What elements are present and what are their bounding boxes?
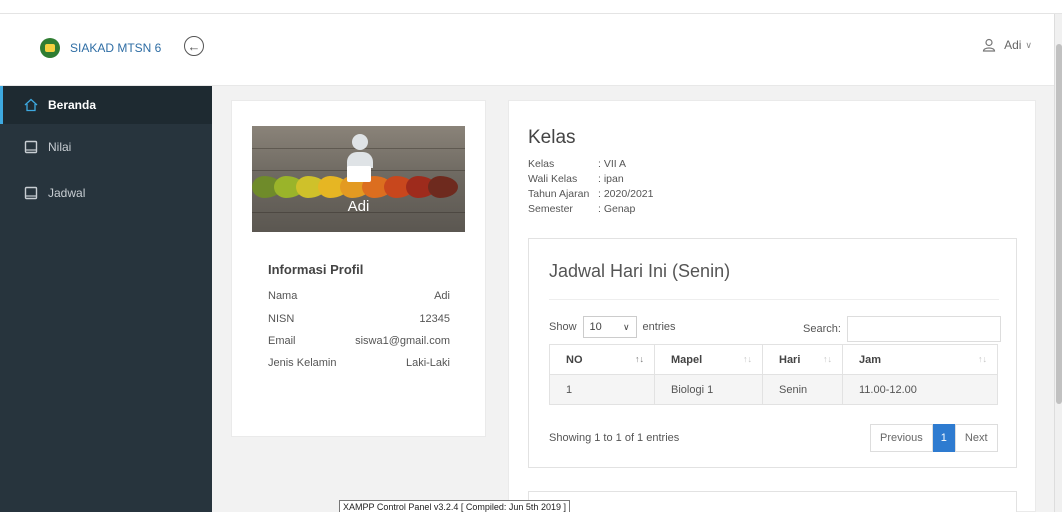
- profile-row-nisn: NISN 12345: [268, 313, 450, 325]
- profile-info-title: Informasi Profil: [268, 262, 364, 277]
- kelas-row-kelas: Kelas : VII A: [528, 158, 627, 170]
- table-cell-hari: Senin: [762, 374, 843, 405]
- profile-cover-image: Adi: [252, 126, 465, 232]
- kelas-card: Kelas Kelas : VII A Wali Kelas : ipan Ta…: [508, 100, 1036, 512]
- next-card: [528, 491, 1017, 512]
- divider: [549, 299, 999, 300]
- jadwal-card: Jadwal Hari Ini (Senin) Show 10 ∨ entrie…: [528, 238, 1017, 468]
- table-info: Showing 1 to 1 of 1 entries: [549, 432, 680, 444]
- entries-select[interactable]: 10 ∨: [582, 316, 637, 338]
- column-header-hari[interactable]: Hari ↑↓: [762, 344, 843, 375]
- user-name: Adi: [1004, 38, 1022, 52]
- browser-top-strip: [0, 0, 1062, 14]
- school-logo-icon: [40, 38, 60, 58]
- top-header: SIAKAD MTSN 6 ← Adi ∨: [0, 14, 1062, 86]
- brand-name: SIAKAD MTSN 6: [70, 41, 162, 55]
- sidebar-item-nilai[interactable]: Nilai: [0, 124, 212, 170]
- sidebar-item-beranda[interactable]: Beranda: [0, 86, 212, 124]
- sidebar-toggle-button[interactable]: ←: [184, 36, 204, 56]
- jadwal-title: Jadwal Hari Ini (Senin): [549, 261, 731, 281]
- pagination-page-1[interactable]: 1: [932, 424, 955, 452]
- laptop-icon: [347, 166, 371, 182]
- jadwal-table: NO ↑↓ Mapel ↑↓ Hari ↑↓ Jam ↑↓ 1 Biologi …: [549, 344, 998, 405]
- column-header-no[interactable]: NO ↑↓: [549, 344, 655, 375]
- sidebar-item-label: Nilai: [48, 140, 72, 154]
- entries-length-control: Show 10 ∨ entries: [549, 316, 676, 338]
- page-scrollbar[interactable]: [1054, 14, 1062, 512]
- book-icon: [24, 140, 38, 154]
- table-row: 1 Biologi 1 Senin 11.00-12.00: [549, 374, 998, 405]
- sort-icon: ↑↓: [978, 354, 987, 364]
- avatar-icon: [347, 134, 373, 168]
- pagination-previous[interactable]: Previous: [870, 424, 933, 452]
- kelas-row-wali-kelas: Wali Kelas : ipan: [528, 173, 624, 185]
- arrow-left-icon: ←: [187, 38, 201, 54]
- sidebar: Beranda Nilai Jadwal: [0, 86, 212, 512]
- profile-row-jenis-kelamin: Jenis Kelamin Laki-Laki: [268, 357, 450, 369]
- sidebar-item-label: Beranda: [48, 98, 97, 112]
- home-icon: [24, 98, 38, 112]
- table-cell-no: 1: [549, 374, 655, 405]
- sidebar-item-label: Jadwal: [48, 186, 86, 200]
- chevron-down-icon: ∨: [622, 321, 630, 332]
- profile-overlay-name: Adi: [347, 198, 370, 215]
- table-header-row: NO ↑↓ Mapel ↑↓ Hari ↑↓ Jam ↑↓: [549, 344, 998, 375]
- taskbar-tooltip: XAMPP Control Panel v3.2.4 [ Compiled: J…: [339, 500, 570, 512]
- brand[interactable]: SIAKAD MTSN 6: [40, 38, 161, 58]
- kelas-row-semester: Semester : Genap: [528, 203, 636, 215]
- sidebar-item-jadwal[interactable]: Jadwal: [0, 170, 212, 216]
- chevron-down-icon: ∨: [1025, 39, 1032, 50]
- table-cell-mapel: Biologi 1: [654, 374, 763, 405]
- pagination: Previous 1 Next: [870, 424, 998, 452]
- user-icon: [982, 38, 996, 52]
- book-icon: [24, 186, 38, 200]
- pagination-next[interactable]: Next: [954, 424, 998, 452]
- profile-card: Adi Informasi Profil Nama Adi NISN 12345…: [231, 100, 486, 437]
- search-input[interactable]: [846, 316, 1001, 342]
- user-menu[interactable]: Adi ∨: [982, 38, 1032, 52]
- table-cell-jam: 11.00-12.00: [842, 374, 998, 405]
- column-header-mapel[interactable]: Mapel ↑↓: [654, 344, 763, 375]
- profile-row-email: Email siswa1@gmail.com: [268, 335, 450, 347]
- column-header-jam[interactable]: Jam ↑↓: [842, 344, 998, 375]
- kelas-title: Kelas: [528, 127, 576, 148]
- table-search: Search:: [803, 316, 1001, 342]
- sort-icon: ↑↓: [743, 354, 752, 364]
- kelas-row-tahun-ajaran: Tahun Ajaran : 2020/2021: [528, 188, 654, 200]
- sort-icon: ↑↓: [823, 354, 832, 364]
- profile-row-nama: Nama Adi: [268, 290, 450, 302]
- sort-asc-icon: ↑↓: [635, 354, 644, 364]
- scrollbar-thumb[interactable]: [1056, 44, 1062, 404]
